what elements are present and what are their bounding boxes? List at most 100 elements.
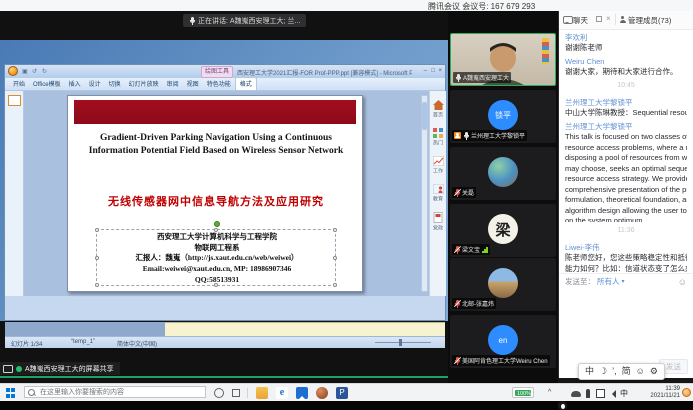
browser-app-icon[interactable]	[316, 387, 328, 399]
tab-format[interactable]: 格式	[235, 77, 257, 90]
sidebar-item-party[interactable]: 党政	[430, 212, 446, 232]
save-icon[interactable]: ▣	[22, 68, 28, 75]
slide-canvas[interactable]: Gradient-Driven Parking Navigation Using…	[67, 95, 363, 292]
avatar	[488, 157, 518, 187]
sidebar-item-work[interactable]: 工作	[430, 156, 446, 175]
windows-taskbar: e P 100% ^ 中 11:39 2021/11/21	[0, 383, 693, 401]
selection-handle[interactable]	[214, 228, 218, 232]
taskbar-search[interactable]	[24, 386, 206, 398]
participant-tile[interactable]: en 美国阿肯色理工大学Weiru Chen	[450, 315, 556, 368]
tab-design[interactable]: 设计	[85, 78, 105, 90]
send-to-selector[interactable]: 所有人	[597, 276, 620, 287]
ime-toolbar: 中 ☽ ’, 简 ☺ ⚙	[578, 363, 665, 380]
emoji-picker-icon[interactable]: ☺	[678, 277, 687, 287]
screenshot-tray-icon[interactable]	[596, 389, 605, 398]
ime-moon-icon[interactable]: ☽	[599, 364, 607, 379]
ime-punct-icon[interactable]: ’,	[612, 364, 617, 379]
meeting-window: 正在讲话: A魏嵬西安理工大; 兰... ▣ ↺ ↻ 绘图工具 西安理工大学20…	[0, 11, 693, 383]
teacher-icon	[433, 184, 444, 194]
internet-explorer-icon[interactable]: e	[276, 387, 288, 399]
sidebar-item-education[interactable]: 教育	[430, 184, 446, 203]
microphone-tray-icon[interactable]	[586, 389, 590, 398]
screen-share-label: A魏嵬西安理工大的屏幕共享	[25, 364, 114, 374]
sidebar-item-home[interactable]: 首页	[430, 100, 446, 119]
slide-thumbnail-1[interactable]	[8, 95, 21, 106]
selection-handle[interactable]	[333, 283, 337, 287]
home-icon	[433, 100, 444, 110]
ime-emoji-icon[interactable]: ☺	[636, 364, 645, 379]
tab-home[interactable]: 开始	[9, 78, 29, 90]
task-view-icon[interactable]	[232, 389, 240, 397]
chat-message-list[interactable]: 李欢利 谢谢陈老师 Weiru Chen 谢谢大家，期待和大家进行合作。 10:…	[559, 29, 693, 273]
close-icon[interactable]: ×	[438, 65, 442, 78]
participant-tile[interactable]: 锁平 兰州理工大学黎锁平	[450, 90, 556, 143]
participant-tile[interactable]: 关磊	[450, 147, 556, 200]
tab-office-templates[interactable]: Office模板	[29, 78, 65, 90]
maximize-icon[interactable]: □	[431, 65, 435, 78]
tab-slideshow[interactable]: 幻灯片放映	[125, 78, 163, 90]
redo-icon[interactable]: ↻	[42, 68, 47, 75]
selection-handle[interactable]	[214, 283, 218, 287]
start-button[interactable]	[6, 388, 16, 398]
slide-thumbnail-panel[interactable]	[5, 91, 24, 296]
chat-timestamp: 10:45	[565, 81, 687, 90]
tab-insert[interactable]: 插入	[65, 78, 85, 90]
selection-handle[interactable]	[95, 228, 99, 232]
divider	[247, 388, 248, 398]
ppt-work-area: Gradient-Driven Parking Navigation Using…	[5, 91, 445, 296]
tray-expand-icon[interactable]: ^	[548, 389, 551, 396]
qq-icon[interactable]	[558, 401, 567, 410]
speaker-icon[interactable]	[608, 390, 616, 398]
ime-settings-icon[interactable]: ⚙	[650, 364, 658, 379]
popout-icon[interactable]	[596, 16, 602, 22]
zoom-slider-knob[interactable]	[399, 339, 402, 346]
chat-sender: Weiru Chen	[565, 57, 687, 67]
search-input[interactable]	[38, 388, 202, 397]
scrollbar-thumb[interactable]	[422, 102, 427, 130]
ime-indicator[interactable]: 中	[620, 388, 628, 399]
undo-icon[interactable]: ↺	[32, 68, 37, 75]
selection-handle[interactable]	[333, 228, 337, 232]
close-chat-icon[interactable]: ×	[606, 14, 611, 23]
mic-muted-icon	[454, 246, 460, 254]
chevron-down-icon[interactable]: ▾	[622, 278, 625, 285]
ime-lang-icon[interactable]: 中	[585, 364, 594, 379]
battery-indicator[interactable]: 100%	[512, 387, 534, 398]
selection-handle[interactable]	[95, 283, 99, 287]
tab-view[interactable]: 视图	[183, 78, 203, 90]
drawing-tools-context-tab[interactable]: 绘图工具	[201, 66, 233, 78]
file-explorer-icon[interactable]	[256, 387, 268, 399]
notification-icon[interactable]	[682, 388, 691, 397]
zoom-slider[interactable]	[375, 342, 431, 343]
participant-tile[interactable]: 北邮-张嘉炜	[450, 258, 556, 311]
tab-chat[interactable]: 聊天	[573, 15, 588, 26]
chat-sender: 兰州理工大学黎锁平	[565, 122, 687, 132]
vertical-scrollbar[interactable]	[421, 95, 428, 292]
tab-members[interactable]: 管理成员(73)	[628, 15, 671, 26]
taskbar-clock[interactable]: 11:39 2021/11/21	[636, 386, 680, 400]
rotation-handle[interactable]	[214, 221, 220, 227]
tab-transitions[interactable]: 切换	[105, 78, 125, 90]
horizontal-scroll-area[interactable]	[5, 322, 165, 336]
avatar	[488, 268, 518, 298]
office-app-icon[interactable]: P	[336, 387, 348, 399]
send-to-row: 发送至： 所有人 ▾ ☺	[559, 273, 693, 289]
selection-handle[interactable]	[333, 256, 337, 260]
cortana-icon[interactable]	[214, 388, 224, 398]
sidebar-item-hot[interactable]: 热门	[430, 128, 446, 147]
selection-handle[interactable]	[95, 256, 99, 260]
ime-simplified-icon[interactable]: 简	[622, 364, 631, 379]
photos-app-icon[interactable]	[296, 387, 308, 399]
minimize-icon[interactable]: –	[424, 65, 427, 78]
tab-review[interactable]: 审阅	[163, 78, 183, 90]
notes-pane[interactable]	[165, 322, 445, 336]
mic-on-icon	[463, 132, 469, 140]
participant-name: 关磊	[462, 188, 474, 197]
participant-tile[interactable]: 梁 梁文宝	[450, 204, 556, 257]
selected-textbox[interactable]: 西安理工大学计算机科学与工程学院 物联网工程系 汇报人：魏嵬（http://js…	[96, 229, 336, 286]
participant-tile[interactable]: A魏嵬西安理工大	[450, 33, 556, 86]
cloud-icon[interactable]	[571, 391, 581, 397]
tab-features[interactable]: 特色功能	[203, 78, 235, 90]
office-button[interactable]	[8, 66, 18, 76]
send-to-label: 发送至：	[565, 276, 595, 287]
